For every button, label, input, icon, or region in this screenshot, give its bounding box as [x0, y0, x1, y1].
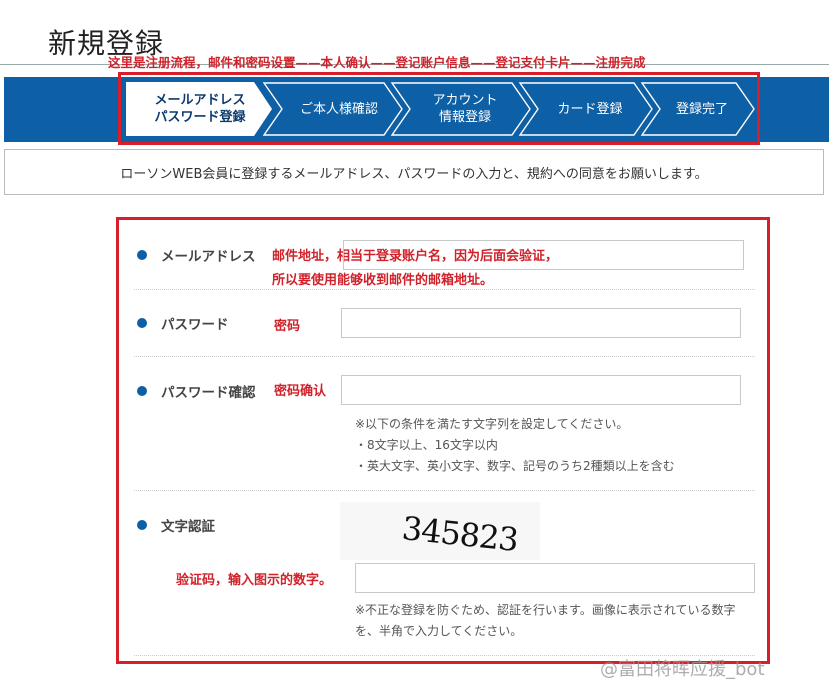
- captcha-note-line1: ※不正な登録を防ぐため、認証を行います。画像に表示されている数字: [355, 603, 736, 617]
- password-confirm-field[interactable]: [341, 375, 741, 405]
- bullet-icon: [137, 520, 147, 530]
- intro-text: ローソンWEB会員に登録するメールアドレス、パスワードの入力と、規約への同意をお…: [120, 166, 708, 182]
- password-note-1: ※以下の条件を満たす文字列を設定してください。: [355, 417, 629, 431]
- password-requirements: ※以下の条件を満たす文字列を設定してください。 ・8文字以上、16文字以内 ・英…: [355, 414, 675, 477]
- password-field[interactable]: [341, 308, 741, 338]
- captcha-label-text: 文字認証: [161, 519, 215, 535]
- email-field[interactable]: [343, 240, 744, 270]
- password-confirm-label: パスワード確認: [137, 381, 256, 401]
- row-divider: [134, 490, 755, 491]
- watermark-text: @富田将晖应援_bot: [600, 659, 765, 680]
- watermark: @富田将晖应援_bot: [600, 655, 765, 681]
- password-annotation: 密码: [274, 319, 301, 334]
- email-label-text: メールアドレス: [161, 249, 256, 265]
- password-label: パスワード: [137, 313, 229, 333]
- step-2-label: ご本人様確認: [299, 101, 378, 117]
- intro-message: ローソンWEB会員に登録するメールアドレス、パスワードの入力と、規約への同意をお…: [4, 149, 824, 195]
- password-confirm-label-text: パスワード確認: [161, 385, 256, 401]
- captcha-note-line2: を、半角で入力してください。: [355, 624, 523, 638]
- step-4-label: カード登録: [557, 101, 623, 117]
- step-3-line1: アカウント: [432, 93, 498, 108]
- captcha-label: 文字認証: [137, 515, 215, 535]
- email-label: メールアドレス: [137, 245, 256, 265]
- captcha-annotation: 验证码，输入图示的数字。: [176, 573, 333, 588]
- step-5-label: 登録完了: [675, 101, 728, 117]
- password-label-text: パスワード: [161, 317, 229, 333]
- password-note-3: ・英大文字、英小文字、数字、記号のうち2種類以上を含む: [355, 459, 675, 473]
- captcha-input[interactable]: [355, 563, 755, 593]
- row-divider: [134, 356, 755, 357]
- captcha-image: 345823: [340, 502, 540, 560]
- password-note-2: ・8文字以上、16文字以内: [355, 438, 498, 452]
- step-3-line2: 情報登録: [438, 110, 491, 125]
- captcha-code: 345823: [400, 509, 519, 559]
- bullet-icon: [137, 250, 147, 260]
- captcha-note: ※不正な登録を防ぐため、認証を行います。画像に表示されている数字 を、半角で入力…: [355, 600, 736, 642]
- flow-annotation: 这里是注册流程，邮件和密码设置——本人确认——登记账户信息——登记支付卡片——注…: [108, 55, 646, 70]
- step-1-line1: メールアドレス: [154, 93, 246, 108]
- bullet-icon: [137, 386, 147, 396]
- password-confirm-annotation: 密码确认: [274, 384, 327, 399]
- bullet-icon: [137, 318, 147, 328]
- row-divider: [134, 289, 755, 290]
- step-1-line2: パスワード登録: [154, 110, 246, 125]
